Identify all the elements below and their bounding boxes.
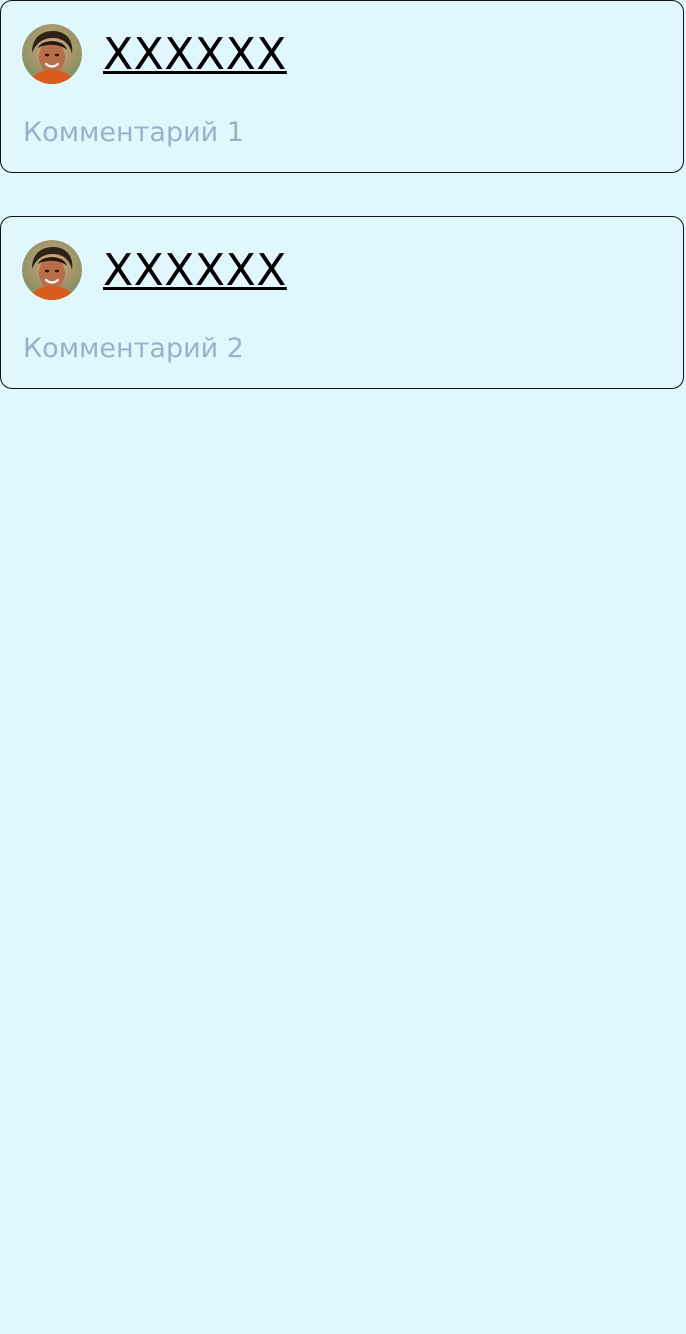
comment-card: XXXXXX Комментарий 2 <box>0 216 684 389</box>
comments-screen: { "comments": [ { "author": "XXXXXX", "t… <box>0 0 686 1334</box>
author-link[interactable]: XXXXXX <box>103 25 287 85</box>
comment-card: XXXXXX Комментарий 1 <box>0 0 684 173</box>
comment-text: Комментарий 2 <box>23 333 244 364</box>
author-link[interactable]: XXXXXX <box>103 241 287 301</box>
avatar-icon[interactable] <box>22 24 82 84</box>
comment-text: Комментарий 1 <box>23 117 244 148</box>
avatar-icon[interactable] <box>22 240 82 300</box>
